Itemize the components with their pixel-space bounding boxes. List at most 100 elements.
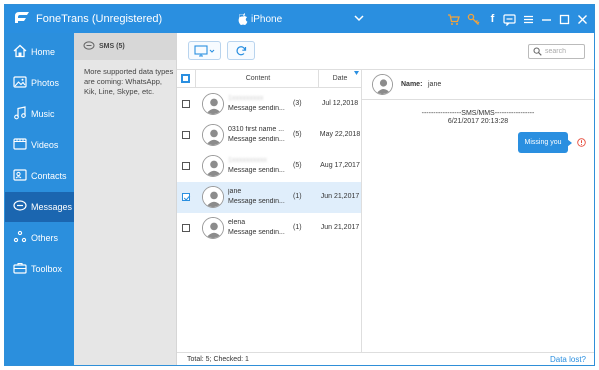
app-title: FoneTrans (Unregistered) [36, 13, 163, 25]
messages-icon [13, 199, 27, 213]
table-row[interactable]: elena Message sendin... (1) Jun 21,2017 [177, 213, 361, 244]
toolbox-icon [13, 261, 27, 275]
sidebar-item-others[interactable]: Others [5, 223, 74, 253]
date-column-header[interactable]: Date [319, 75, 361, 82]
close-icon[interactable] [576, 13, 589, 26]
row-checkbox[interactable] [182, 131, 190, 139]
sidebar-item-home[interactable]: Home [5, 37, 74, 67]
message-count: (5) [293, 131, 302, 138]
contact-name-label: Name: [401, 81, 423, 88]
search-box[interactable] [528, 44, 585, 59]
sidebar-item-messages[interactable]: Messages [5, 192, 74, 222]
facebook-icon[interactable]: f [486, 13, 499, 26]
menu-icon[interactable] [522, 13, 535, 26]
message-preview: Message sendin... [228, 105, 285, 112]
avatar [372, 74, 393, 95]
sort-descending-icon [354, 71, 359, 75]
contact-name: jane [228, 188, 242, 195]
sms-category-item[interactable]: SMS (5) [74, 33, 176, 60]
message-preview: Message sendin... [228, 136, 285, 143]
sidebar-item-label: Music [31, 109, 55, 119]
device-selector[interactable]:  iPhone [238, 13, 364, 27]
table-row[interactable]: 0310 first name ... Message sendin... (5) M… [177, 120, 361, 151]
select-all-checkbox[interactable] [181, 74, 190, 83]
message-timestamp: 6/21/2017 20:13:28 [447, 118, 509, 125]
chevron-down-icon [354, 15, 364, 22]
message-count: (3) [293, 100, 302, 107]
row-checkbox[interactable] [182, 162, 190, 170]
minimize-icon[interactable] [540, 13, 553, 26]
contacts-icon [13, 168, 27, 182]
apple-logo-icon [238, 13, 248, 25]
supported-types-note: More supported data types are coming: Wh… [84, 67, 174, 96]
header-divider [195, 70, 196, 88]
toolbar [177, 33, 594, 70]
table-row[interactable]: 1xxxxxxxxxx Message sendin... (5) Aug 17,20… [177, 151, 361, 182]
message-date: Aug 17,2017 [320, 162, 360, 169]
message-date: Jun 21,2017 [320, 193, 360, 200]
status-bar: Total: 5; Checked: 1 Data lost? [177, 352, 594, 365]
message-date: Jun 21,2017 [320, 224, 360, 231]
avatar [202, 93, 224, 115]
sms-icon [83, 41, 95, 50]
cart-icon[interactable] [447, 13, 460, 26]
contact-name: 0310 first name ... [228, 126, 285, 133]
message-count: (1) [293, 193, 302, 200]
search-input[interactable] [545, 46, 582, 57]
export-to-pc-button[interactable] [188, 41, 221, 60]
contact-name: elena [228, 219, 246, 226]
row-checkbox[interactable] [182, 224, 190, 232]
title-bar: FoneTrans (Unregistered)  iPhone f [5, 5, 594, 33]
app-window: FoneTrans (Unregistered)  iPhone f [4, 4, 595, 366]
sidebar-item-label: Messages [31, 202, 73, 212]
sent-message-bubble: Missing you [518, 132, 572, 153]
feedback-icon[interactable] [503, 13, 516, 26]
data-lost-link[interactable]: Data lost? [550, 355, 586, 364]
category-panel: SMS (5) More supported data types are co… [74, 33, 177, 365]
sms-category-label: SMS (5) [99, 43, 125, 50]
home-icon [13, 44, 27, 58]
sidebar-item-music[interactable]: Music [5, 99, 74, 129]
contact-name: jane [428, 81, 442, 88]
table-row[interactable]: jane Message sendin... (1) Jun 21,2017 [177, 182, 361, 213]
selection-summary: Total: 5; Checked: 1 [187, 356, 249, 363]
others-icon [13, 230, 27, 244]
avatar [202, 124, 224, 146]
row-checkbox[interactable] [182, 100, 190, 108]
message-date: Jul 12,2018 [321, 100, 359, 107]
conversation-pane: Name: jane -----------------SMS/MMS-----… [362, 70, 594, 352]
sidebar-item-label: Home [31, 47, 56, 57]
app-logo-icon [15, 12, 29, 23]
device-name: iPhone [251, 14, 283, 25]
sidebar-item-videos[interactable]: Videos [5, 130, 74, 160]
refresh-button[interactable] [227, 41, 255, 60]
message-count: (5) [293, 162, 302, 169]
avatar [202, 217, 224, 239]
message-date: May 22,2018 [319, 131, 361, 138]
row-checkbox[interactable] [182, 193, 191, 201]
contact-name: 1xxxxxxxxxx [228, 157, 267, 164]
message-list: Content Date 1xxxxxxxxx Message sendin...… [177, 70, 362, 352]
photos-icon [13, 75, 27, 89]
sidebar-item-toolbox[interactable]: Toolbox [5, 254, 74, 284]
list-header: Content Date [177, 70, 361, 88]
export-to-pc-icon [193, 45, 214, 57]
sidebar-item-label: Others [31, 233, 59, 243]
content-column-header[interactable]: Content [197, 75, 319, 82]
sidebar-nav: Home Photos Music Videos Contacts Messag… [5, 33, 74, 365]
conversation-header: Name: jane [362, 70, 594, 100]
message-count: (1) [293, 224, 302, 231]
message-preview: Message sendin... [228, 167, 285, 174]
sidebar-item-label: Photos [31, 78, 60, 88]
maximize-icon[interactable] [558, 13, 571, 26]
refresh-icon [236, 46, 247, 56]
avatar [202, 186, 224, 208]
sidebar-item-photos[interactable]: Photos [5, 68, 74, 98]
key-icon[interactable] [467, 13, 480, 26]
sidebar-item-contacts[interactable]: Contacts [5, 161, 74, 191]
message-preview: Message sendin... [228, 229, 285, 236]
table-row[interactable]: 1xxxxxxxxx Message sendin... (3) Jul 12,201… [177, 89, 361, 120]
avatar [202, 155, 224, 177]
contact-name: 1xxxxxxxxx [228, 95, 264, 102]
sidebar-item-label: Contacts [31, 171, 67, 181]
